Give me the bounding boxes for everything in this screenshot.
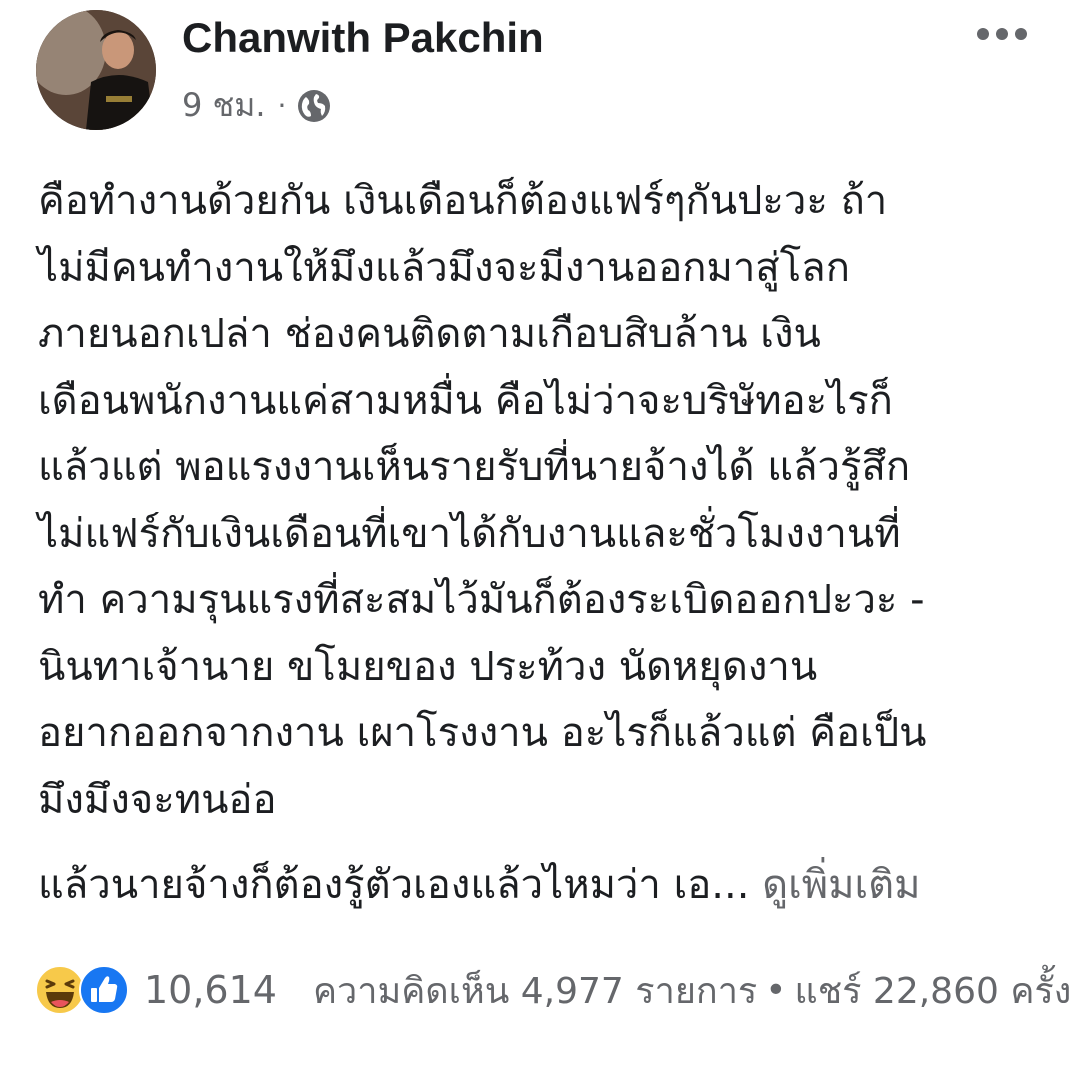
meta-separator: ·	[277, 89, 287, 122]
see-more-link[interactable]: ดูเพิ่มเติม	[762, 862, 920, 908]
post-text-line: มึงมึงจะทนอ่อ	[38, 776, 277, 823]
like-icon	[79, 965, 129, 1015]
post-text-line: ภายนอกเปล่า ช่องคนติดตามเกือบสิบล้าน เงิ…	[38, 311, 821, 357]
more-dot	[977, 28, 989, 40]
author-name[interactable]: Chanwith Pakchin	[182, 14, 544, 62]
shares-count[interactable]: แชร์ 22,860 ครั้ง	[795, 962, 1072, 1019]
post-text-line: คือทำงานด้วยกัน เงินเดือนก็ต้องแฟร์ๆกันป…	[38, 178, 888, 224]
avatar-photo	[36, 10, 156, 130]
post-time[interactable]: 9 ชม.	[182, 80, 266, 131]
globe-icon[interactable]	[296, 88, 332, 124]
post-text-line: เดือนพนักงานแค่สามหมื่น คือไม่ว่าจะบริษั…	[38, 377, 893, 424]
post-meta: 9 ชม. ·	[182, 80, 332, 131]
engagement-stats: ความคิดเห็น 4,977 รายการ • แชร์ 22,860 ค…	[313, 962, 1071, 1019]
post-text-line: แล้วแต่ พอแรงงานเห็นรายรับที่นายจ้างได้ …	[38, 444, 911, 490]
reactions-summary[interactable]	[34, 964, 130, 1016]
post-text-line: ไม่มีคนทำงานให้มึงแล้วมึงจะมีงานออกมาสู่…	[38, 244, 850, 291]
facebook-post: Chanwith Pakchin 9 ชม. · คือทำงานด้วยกัน…	[0, 0, 1077, 1070]
post-text-line: นินทาเจ้านาย ขโมยของ ประท้วง นัดหยุดงาน	[38, 643, 818, 690]
stats-separator: •	[765, 969, 787, 1011]
comments-count[interactable]: ความคิดเห็น 4,977 รายการ	[313, 962, 757, 1019]
more-dot	[1015, 28, 1027, 40]
post-body: คือทำงานด้วยกัน เงินเดือนก็ต้องแฟร์ๆกันป…	[38, 168, 1048, 833]
reaction-count[interactable]: 10,614	[144, 968, 277, 1012]
truncated-line: แล้วนายจ้างก็ต้องรู้ตัวเองแล้วไหมว่า เอ.…	[38, 862, 750, 908]
post-text-line: อยากออกจากงาน เผาโรงงาน อะไรก็แล้วแต่ คื…	[38, 710, 927, 756]
more-options-icon[interactable]	[977, 20, 1027, 48]
more-dot	[996, 28, 1008, 40]
avatar[interactable]	[36, 10, 156, 130]
truncated-text: แล้วนายจ้างก็ต้องรู้ตัวเองแล้วไหมว่า เอ.…	[38, 852, 921, 918]
post-footer: 10,614 ความคิดเห็น 4,977 รายการ • แชร์ 2…	[34, 960, 1071, 1020]
post-text-line: ไม่แฟร์กับเงินเดือนที่เขาได้กับงานและชั่…	[38, 510, 901, 557]
post-text-line: ทำ ความรุนแรงที่สะสมไว้มันก็ต้องระเบิดออ…	[38, 577, 925, 623]
